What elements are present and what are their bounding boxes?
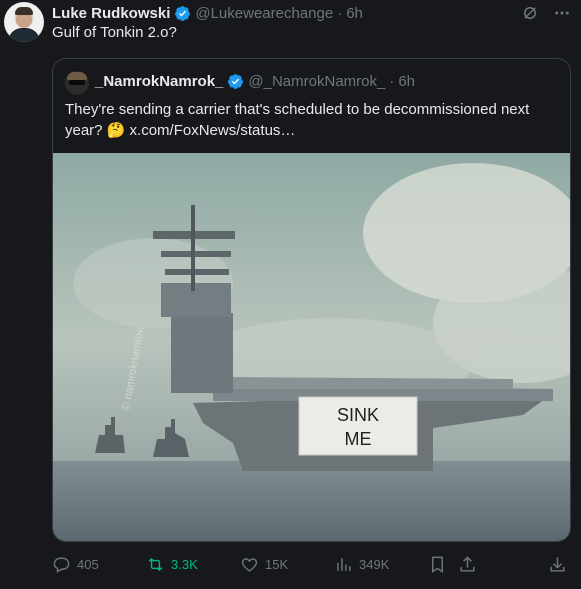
share-icon <box>460 555 475 572</box>
grok-icon[interactable] <box>521 4 539 22</box>
bookmark-button[interactable] <box>428 552 447 576</box>
bookmark-icon <box>432 556 443 573</box>
tweet-time[interactable]: 6h <box>346 5 363 22</box>
repost-count: 3.3K <box>171 556 198 572</box>
reply-button[interactable]: 405 <box>52 552 99 576</box>
quoted-tweet-time[interactable]: 6h <box>398 73 415 90</box>
like-button[interactable]: 15K <box>240 552 288 576</box>
reply-count: 405 <box>77 556 99 572</box>
tweet[interactable]: Luke Rudkowski @Lukewearechange · 6h Gul… <box>0 0 581 589</box>
more-icon[interactable] <box>553 4 571 22</box>
download-button[interactable] <box>548 552 567 576</box>
views-count: 349K <box>359 556 390 572</box>
reply-icon <box>53 556 70 573</box>
quoted-author-handle[interactable]: @_NamrokNamrok_ <box>248 73 385 90</box>
repost-button[interactable]: 3.3K <box>146 552 198 576</box>
quoted-tweet-text: They're sending a carrier that's schedul… <box>65 101 530 139</box>
separator-dot: · <box>389 73 395 90</box>
verified-badge-icon <box>228 74 244 89</box>
tweet-text: Gulf of Tonkin 2.o? <box>52 24 177 41</box>
tweet-action-bar: 405 3.3K 15K 349K <box>52 552 572 576</box>
banner-text-line1: SINK <box>337 405 379 425</box>
quoted-tweet[interactable]: _NamrokNamrok_ @_NamrokNamrok_ · 6h They… <box>52 58 571 542</box>
like-count: 15K <box>265 556 289 572</box>
tweet-top-actions <box>521 4 571 22</box>
author-name[interactable]: Luke Rudkowski <box>52 5 170 22</box>
views-icon <box>337 557 351 571</box>
quoted-tweet-header: _NamrokNamrok_ @_NamrokNamrok_ · 6h <box>95 73 415 90</box>
author-avatar[interactable] <box>4 2 44 42</box>
like-icon <box>241 557 258 572</box>
quoted-tweet-image[interactable]: SINK ME © namroknamrok <box>53 153 570 541</box>
verified-badge-icon <box>175 5 191 21</box>
quoted-author-avatar[interactable] <box>65 71 89 95</box>
separator-dot: · <box>337 4 343 22</box>
tweet-header: Luke Rudkowski @Lukewearechange · 6h <box>52 3 363 23</box>
download-icon <box>550 556 565 572</box>
quoted-author-name[interactable]: _NamrokNamrok_ <box>95 73 223 90</box>
views-button[interactable]: 349K <box>334 552 389 576</box>
author-handle[interactable]: @Lukewearechange <box>195 5 333 22</box>
banner-text-line2: ME <box>345 429 372 449</box>
repost-icon <box>148 557 163 571</box>
share-button[interactable] <box>458 552 477 576</box>
